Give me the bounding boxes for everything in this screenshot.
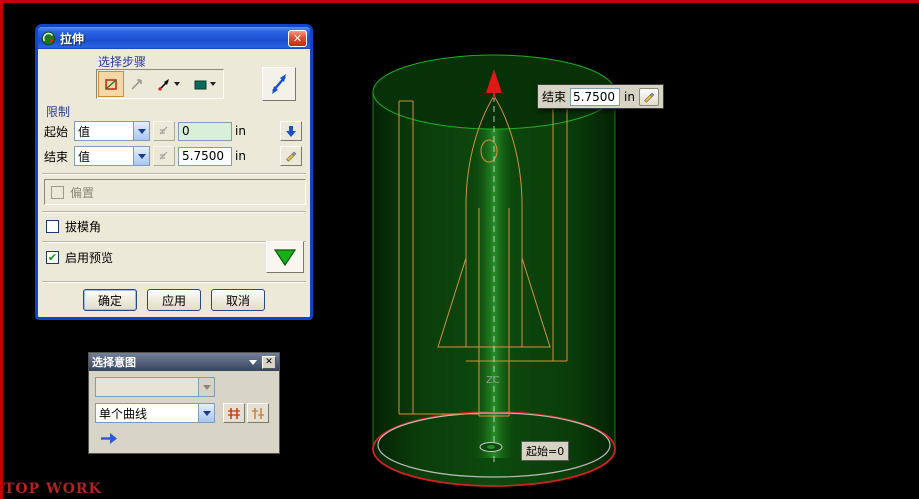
flip-direction-button[interactable] bbox=[262, 67, 296, 101]
curve-rule-value: 单个曲线 bbox=[99, 406, 148, 421]
end-unit-label: in bbox=[235, 149, 246, 163]
blue-down-arrow-icon bbox=[286, 125, 296, 137]
start-expression-button[interactable] bbox=[153, 121, 175, 141]
close-button[interactable]: ✕ bbox=[288, 29, 307, 47]
ok-button[interactable]: 确定 bbox=[83, 289, 137, 311]
preview-checkbox[interactable]: ✔ bbox=[46, 251, 59, 264]
chevron-down-icon[interactable] bbox=[198, 404, 214, 422]
preview-row: ✔ 启用预览 bbox=[46, 249, 113, 266]
start-cycle-button[interactable] bbox=[280, 121, 302, 141]
draft-row: 拔模角 bbox=[46, 218, 101, 235]
intent-title: 选择意图 bbox=[92, 356, 136, 369]
confirm-arrow-icon[interactable] bbox=[99, 431, 119, 446]
end-value-input[interactable] bbox=[178, 146, 232, 166]
preview-label: 启用预览 bbox=[65, 251, 114, 265]
curve-rule-combobox[interactable]: 单个曲线 bbox=[95, 403, 215, 423]
limit-start-row: 起始 值 in bbox=[44, 121, 302, 141]
select-direction-button[interactable] bbox=[124, 71, 150, 97]
chevron-down-icon[interactable] bbox=[133, 122, 149, 140]
axis-zc-label: ZC bbox=[486, 375, 500, 386]
start-unit-label: in bbox=[235, 124, 246, 138]
intent-filter-combobox[interactable] bbox=[95, 377, 215, 397]
end-formula-button[interactable] bbox=[280, 146, 302, 166]
vector-arrow-icon bbox=[158, 78, 169, 91]
base-center-point bbox=[479, 442, 503, 452]
extrude-dialog: 拉伸 ✕ 选择步骤 限制 起始 值 0 in 结束 值 5.7500 in 偏置… bbox=[35, 24, 313, 320]
end-distance-input[interactable] bbox=[570, 87, 621, 106]
end-tag-label: 结束 bbox=[542, 90, 567, 104]
end-expression-button[interactable] bbox=[153, 146, 175, 166]
start-mode-value: 值 bbox=[78, 124, 91, 139]
offset-checkbox[interactable] bbox=[51, 185, 64, 199]
select-section-button[interactable] bbox=[98, 71, 124, 97]
stop-at-intersection-button[interactable] bbox=[223, 403, 245, 423]
target-body-button[interactable] bbox=[186, 71, 222, 97]
limits-label: 限制 bbox=[46, 105, 71, 119]
select-steps-label: 选择步骤 bbox=[98, 55, 147, 69]
app-icon bbox=[41, 31, 56, 45]
extrude-dialog-titlebar[interactable]: 拉伸 ✕ bbox=[38, 27, 310, 49]
start-value-input[interactable] bbox=[178, 121, 232, 141]
intent-close-button[interactable]: ✕ bbox=[262, 355, 276, 369]
end-mode-value: 值 bbox=[78, 149, 91, 164]
end-tag-unit: in bbox=[624, 89, 635, 104]
select-steps-toolbar bbox=[96, 69, 224, 99]
section-curve-icon bbox=[104, 78, 117, 90]
solid-body-icon bbox=[194, 80, 207, 89]
formula-button[interactable] bbox=[638, 87, 659, 106]
flip-direction-icon bbox=[272, 74, 286, 94]
limit-end-row: 结束 值 in bbox=[44, 146, 302, 166]
green-triangle-icon bbox=[273, 249, 297, 267]
expression-icon bbox=[159, 126, 168, 135]
chevron-down-icon bbox=[174, 82, 180, 86]
check-icon: ✔ bbox=[47, 251, 58, 264]
apply-button[interactable]: 应用 bbox=[147, 289, 201, 311]
follow-fillet-button[interactable] bbox=[247, 403, 269, 423]
divider bbox=[42, 211, 306, 213]
divider bbox=[42, 173, 306, 175]
show-preview-button[interactable] bbox=[266, 241, 304, 273]
divider bbox=[42, 281, 306, 283]
start-label: 起始 bbox=[44, 124, 69, 139]
chevron-down-icon bbox=[210, 82, 216, 86]
offset-group: 偏置 bbox=[44, 179, 306, 205]
selection-intent-dialog: 选择意图 ✕ 单个曲线 bbox=[88, 352, 280, 454]
chevron-down-icon[interactable] bbox=[133, 147, 149, 165]
stop-at-intersection-icon bbox=[228, 407, 240, 419]
start-distance-tag[interactable]: 起始=0 bbox=[521, 441, 570, 461]
follow-fillet-icon bbox=[252, 407, 264, 419]
dialog-buttons: 确定 应用 取消 bbox=[38, 289, 310, 311]
offset-label: 偏置 bbox=[70, 185, 95, 200]
intent-titlebar[interactable]: 选择意图 ✕ bbox=[89, 353, 279, 371]
chevron-down-icon[interactable] bbox=[249, 359, 257, 365]
close-icon: ✕ bbox=[292, 31, 303, 45]
dialog-title: 拉伸 bbox=[60, 31, 85, 46]
end-distance-tag[interactable]: 结束 in bbox=[537, 84, 664, 109]
start-mode-combobox[interactable]: 值 bbox=[74, 121, 150, 141]
chevron-down-icon bbox=[198, 378, 214, 396]
pencil-icon bbox=[644, 92, 655, 103]
pencil-icon bbox=[286, 151, 297, 162]
direction-tool-icon bbox=[130, 78, 142, 90]
draft-label: 拔模角 bbox=[65, 220, 102, 234]
cancel-button[interactable]: 取消 bbox=[211, 289, 265, 311]
close-icon: ✕ bbox=[265, 357, 273, 367]
draft-checkbox[interactable] bbox=[46, 220, 59, 233]
end-mode-combobox[interactable]: 值 bbox=[74, 146, 150, 166]
watermark-text: TOP WORK bbox=[4, 481, 102, 497]
vector-constructor-button[interactable] bbox=[150, 71, 186, 97]
end-label: 结束 bbox=[44, 149, 69, 164]
expression-icon bbox=[159, 151, 168, 160]
